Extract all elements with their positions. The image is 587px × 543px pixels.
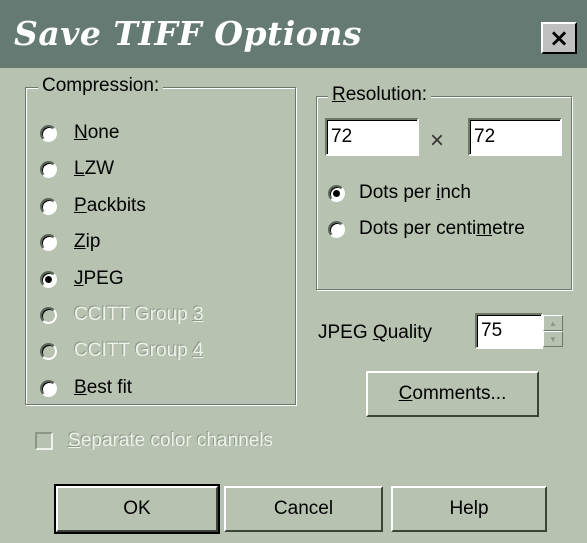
radio-unchecked-icon[interactable] [40,379,57,397]
cancel-button[interactable]: Cancel [224,486,383,532]
compression-group-label: Compression: [38,75,164,97]
compression-option-label: Packbits [74,195,146,216]
radio-unchecked-icon [40,342,57,360]
radio-unchecked-icon[interactable] [40,160,57,178]
resolution-times-sign: × [430,127,445,154]
radio-unchecked-icon[interactable] [40,233,57,251]
jpeg-quality-input[interactable] [475,313,543,349]
resolution-x-input[interactable] [325,118,419,156]
resolution-group-label: Resolution: [328,84,432,106]
compression-option[interactable]: JPEG [40,268,124,290]
radio-unchecked-icon[interactable] [328,220,345,238]
jpeg-quality-spinner[interactable]: ▲ ▼ [543,315,563,347]
spinner-down-button[interactable]: ▼ [543,331,563,347]
compression-option-label: CCITT Group 4 [74,340,204,361]
compression-option-label: CCITT Group 3 [74,304,204,325]
dialog-title: Save TIFF Options [14,14,362,53]
compression-option-label: JPEG [74,268,124,289]
radio-checked-icon[interactable] [40,270,57,288]
ok-button[interactable]: OK [54,484,220,534]
comments-button[interactable]: Comments... [366,371,539,417]
radio-checked-icon[interactable] [328,184,345,202]
close-button[interactable]: × [541,22,577,54]
compression-option: CCITT Group 4 [40,340,204,362]
compression-option-label: Zip [74,231,101,252]
resolution-y-input[interactable] [468,118,562,156]
radio-unchecked-icon[interactable] [40,124,57,142]
resolution-unit-option[interactable]: Dots per centimetre [328,218,525,240]
radio-unchecked-icon[interactable] [40,197,57,215]
close-icon: × [548,24,570,52]
spinner-up-button[interactable]: ▲ [543,315,563,331]
compression-option[interactable]: Packbits [40,195,146,217]
jpeg-quality-label: JPEG Quality [318,322,433,343]
compression-option-label: LZW [74,158,115,179]
compression-option[interactable]: None [40,122,119,144]
compression-option[interactable]: LZW [40,158,114,180]
separate-channels-label: Separate color channels [68,430,273,451]
separate-channels-checkbox[interactable] [35,432,53,450]
title-bar[interactable]: Save TIFF Options × [0,0,587,68]
arrow-up-icon: ▲ [549,318,557,328]
compression-option-label: Best fit [74,377,133,398]
compression-option[interactable]: Zip [40,231,100,253]
resolution-unit-option[interactable]: Dots per inch [328,182,471,204]
resolution-unit-label: Dots per inch [359,182,471,203]
help-button[interactable]: Help [391,486,547,532]
arrow-down-icon: ▼ [549,334,557,344]
compression-option-label: None [74,122,120,143]
compression-option: CCITT Group 3 [40,304,204,326]
radio-unchecked-icon [40,306,57,324]
compression-option[interactable]: Best fit [40,377,132,399]
resolution-unit-label: Dots per centimetre [359,218,525,239]
